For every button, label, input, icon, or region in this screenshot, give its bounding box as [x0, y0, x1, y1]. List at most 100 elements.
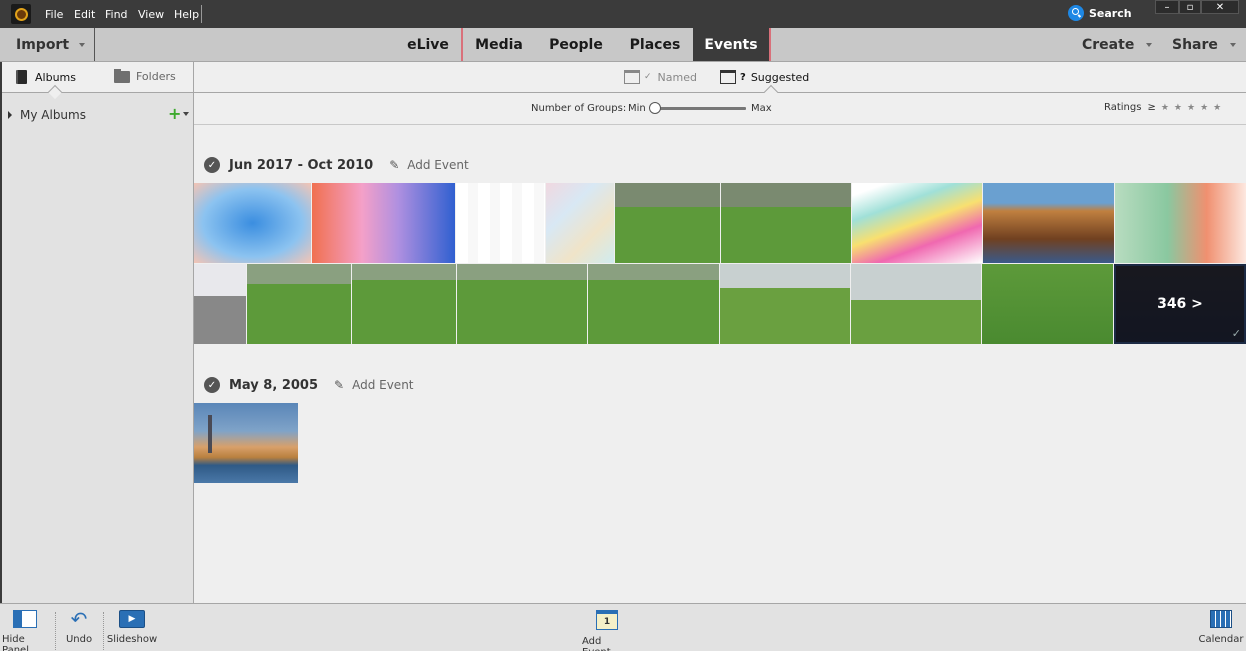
group-title: Jun 2017 - Oct 2010	[229, 157, 374, 173]
photo-thumbnail[interactable]	[456, 183, 545, 263]
import-button[interactable]: Import	[0, 28, 95, 61]
calendar-button[interactable]: Calendar	[1198, 610, 1244, 645]
photo-thumbnail[interactable]: 346 > ✓	[1114, 264, 1246, 344]
tab-folders-label: Folders	[136, 70, 176, 83]
photo-thumbnail[interactable]	[247, 264, 351, 344]
photo-thumbnail[interactable]	[720, 264, 850, 344]
photo-thumbnail[interactable]	[194, 183, 311, 263]
chevron-down-icon	[79, 43, 85, 47]
tab-named[interactable]: ✓ Named	[624, 70, 697, 84]
hide-panel-icon	[13, 610, 37, 628]
menu-help[interactable]: Help	[174, 8, 199, 21]
folder-icon	[114, 68, 130, 83]
undo-button[interactable]: ↶ Undo	[62, 607, 96, 645]
search-label: Search	[1089, 6, 1132, 20]
skyline-shape	[208, 415, 212, 453]
undo-icon: ↶	[70, 607, 88, 631]
star-icon-5[interactable]: ★	[1213, 103, 1221, 113]
photo-thumbnail[interactable]	[588, 264, 719, 344]
active-tab-indicator	[47, 84, 63, 100]
calendar-question-icon	[720, 70, 736, 84]
add-event-link[interactable]: Add Event	[407, 158, 468, 172]
share-label: Share	[1172, 36, 1218, 53]
main-nav-bar: Import eLive Media People Places Events …	[0, 28, 1246, 62]
tab-media-label: Media	[475, 36, 523, 53]
share-button[interactable]: Share	[1172, 28, 1236, 61]
photo-thumbnail[interactable]	[982, 264, 1113, 344]
select-group-check-icon[interactable]: ✓	[204, 157, 220, 173]
minimize-button[interactable]: –	[1155, 0, 1179, 14]
calendar-add-icon: 1	[596, 610, 618, 630]
photo-thumbnail[interactable]	[1115, 183, 1246, 263]
toolbar-divider	[103, 612, 104, 650]
slideshow-button[interactable]: ▶ Slideshow	[107, 610, 157, 645]
add-album-button[interactable]: +	[168, 104, 190, 123]
star-icon-4[interactable]: ★	[1200, 103, 1208, 113]
slider-min-label: Min	[628, 103, 646, 114]
tab-people[interactable]: People	[535, 28, 617, 61]
menu-file[interactable]: File	[45, 8, 63, 21]
chevron-down-icon	[1146, 42, 1153, 47]
select-group-check-icon[interactable]: ✓	[204, 377, 220, 393]
star-icon-1[interactable]: ★	[1161, 103, 1169, 113]
close-button[interactable]: ✕	[1201, 0, 1239, 14]
star-icon-2[interactable]: ★	[1174, 103, 1182, 113]
tree-item-my-albums[interactable]: My Albums	[8, 108, 86, 122]
menu-divider	[201, 5, 202, 23]
bottom-toolbar: Hide Panel ↶ Undo ▶ Slideshow 1 Add Even…	[0, 603, 1246, 651]
create-button[interactable]: Create	[1082, 28, 1153, 61]
tab-named-label: Named	[657, 70, 697, 84]
tab-folders[interactable]: Folders	[114, 68, 176, 83]
photo-thumbnail[interactable]	[194, 403, 298, 483]
tab-suggested[interactable]: ? Suggested	[720, 70, 809, 84]
restore-button[interactable]: ▫	[1179, 0, 1201, 14]
import-label: Import	[16, 36, 70, 53]
events-subtabs: ✓ Named ? Suggested	[194, 62, 1246, 100]
ratings-operator[interactable]: ≥	[1147, 102, 1155, 113]
ratings-label: Ratings	[1104, 102, 1142, 113]
photo-thumbnail[interactable]	[312, 183, 455, 263]
photo-thumbnail[interactable]	[194, 264, 246, 344]
tab-events[interactable]: Events	[693, 28, 771, 61]
tab-places[interactable]: Places	[617, 28, 693, 61]
tab-media[interactable]: Media	[463, 28, 535, 61]
photo-thumbnail[interactable]	[851, 264, 981, 344]
app-logo-icon	[11, 4, 31, 24]
more-photos-button[interactable]: 346 > ✓	[1114, 264, 1246, 344]
chevron-down-icon	[1229, 42, 1236, 47]
photo-thumbnail[interactable]	[615, 183, 720, 263]
add-event-link[interactable]: Add Event	[352, 378, 413, 392]
tab-elive-label: eLive	[407, 36, 449, 53]
menu-edit[interactable]: Edit	[74, 8, 95, 21]
chevron-down-icon	[183, 112, 190, 116]
photo-thumbnail[interactable]	[546, 183, 614, 263]
star-icon-3[interactable]: ★	[1187, 103, 1195, 113]
pencil-icon: ✎	[334, 378, 345, 392]
tab-albums[interactable]: Albums	[16, 70, 76, 84]
photo-thumbnail[interactable]	[352, 264, 456, 344]
event-group-header: ✓ May 8, 2005 ✎ Add Event	[204, 377, 414, 393]
create-label: Create	[1082, 36, 1135, 53]
plus-icon: +	[168, 104, 182, 123]
panel-tabs: Albums Folders	[2, 62, 193, 100]
tab-elive[interactable]: eLive	[395, 28, 461, 61]
menu-find[interactable]: Find	[105, 8, 128, 21]
groups-slider-track[interactable]	[656, 107, 746, 110]
slideshow-icon: ▶	[119, 610, 145, 628]
calendar-day-number: 1	[603, 616, 611, 627]
photo-thumbnail[interactable]	[721, 183, 851, 263]
calendar-label: Calendar	[1198, 634, 1244, 645]
add-event-button[interactable]: 1 Add Event	[582, 610, 632, 651]
left-panel: Albums Folders My Albums +	[0, 62, 194, 603]
photo-thumbnail[interactable]	[852, 183, 982, 263]
minimize-icon: –	[1164, 1, 1170, 13]
hide-panel-button[interactable]: Hide Panel	[2, 610, 48, 651]
photo-thumbnail[interactable]	[983, 183, 1114, 263]
photo-thumbnail[interactable]	[457, 264, 587, 344]
menu-view[interactable]: View	[138, 8, 164, 21]
tab-suggested-label: Suggested	[750, 70, 810, 84]
groups-slider-handle[interactable]	[649, 102, 661, 114]
toolbar-divider	[55, 612, 56, 650]
search-button[interactable]: Search	[1068, 4, 1132, 22]
expand-arrow-icon[interactable]	[8, 111, 12, 119]
